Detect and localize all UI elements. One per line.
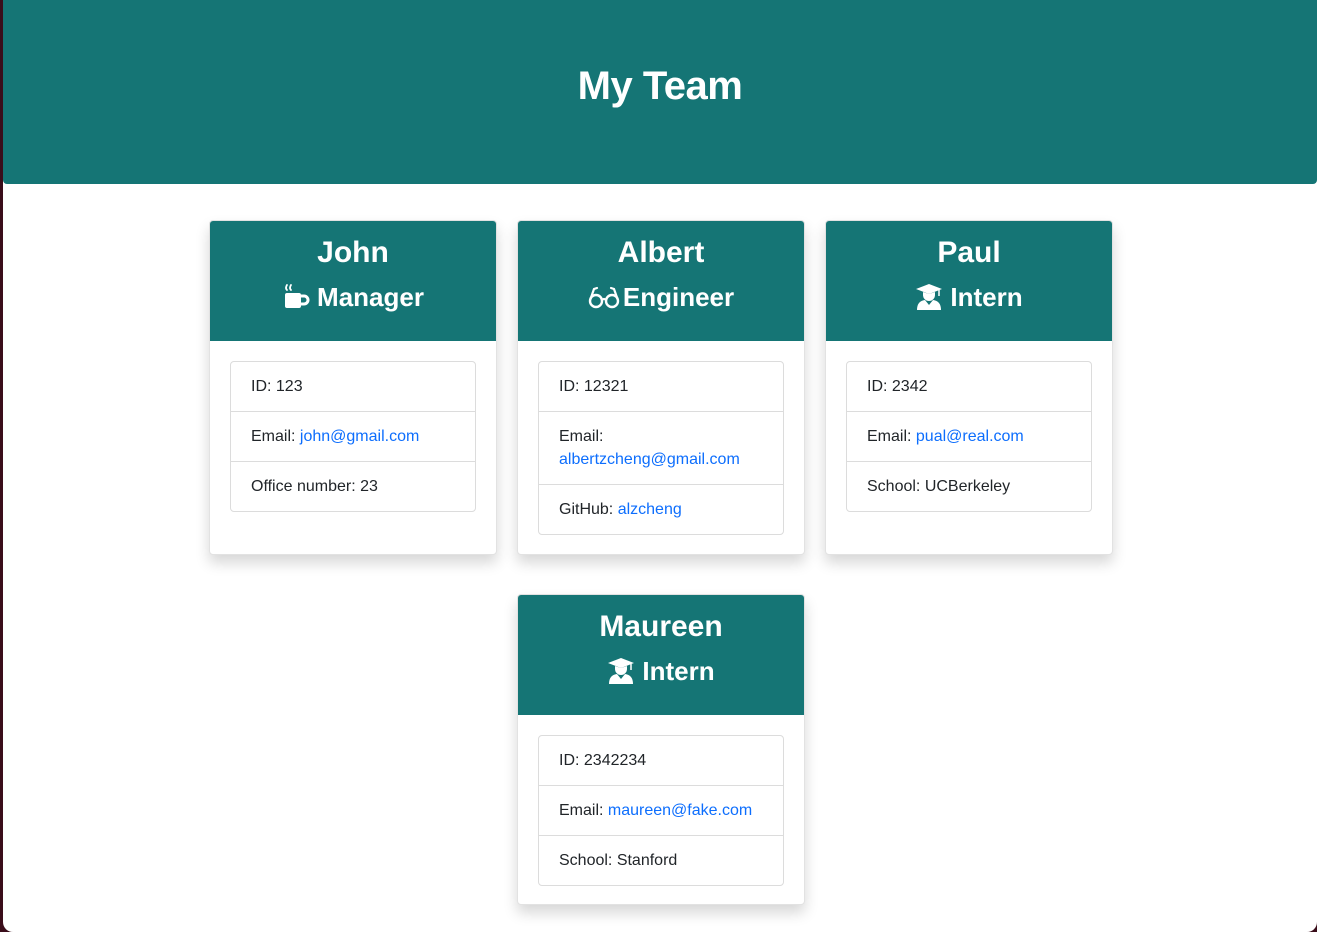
employee-role: Intern (518, 655, 804, 687)
list-item-school: School: UCBerkeley (847, 461, 1091, 511)
employee-role: Engineer (518, 281, 804, 313)
github-link[interactable]: alzcheng (618, 501, 682, 518)
card-body: ID: 123 Email: john@gmail.com Office num… (210, 341, 496, 532)
email-link[interactable]: maureen@fake.com (608, 802, 752, 819)
id-value: 2342234 (583, 752, 647, 769)
info-list: ID: 123 Email: john@gmail.com Office num… (230, 361, 476, 512)
card-body: ID: 2342234 Email: maureen@fake.com Scho… (518, 715, 804, 904)
employee-name: Albert (617, 236, 705, 269)
school-value: Stanford (616, 852, 678, 869)
id-label: ID: (251, 378, 276, 395)
github-label: GitHub: (559, 501, 618, 518)
email-label: Email: (559, 802, 608, 819)
employee-card-paul: Paul Intern ID: 2342 Email: pual@real.co… (825, 220, 1113, 555)
list-item-email: Email: pual@real.com (847, 411, 1091, 461)
card-body: ID: 2342 Email: pual@real.com School: UC… (826, 341, 1112, 532)
id-label: ID: (559, 378, 584, 395)
employee-name: Paul (937, 236, 1001, 269)
id-label: ID: (559, 752, 584, 769)
id-value: 123 (275, 378, 303, 395)
list-item-id: ID: 2342234 (539, 736, 783, 785)
email-link[interactable]: john@gmail.com (300, 428, 419, 445)
role-label: Intern (642, 656, 715, 686)
card-header: Albert Engineer (518, 221, 804, 341)
page-header: My Team (3, 0, 1317, 184)
id-value: 12321 (583, 378, 629, 395)
employee-card-albert: Albert Engineer ID: 12321 Email: albertzc (517, 220, 805, 555)
email-link[interactable]: albertzcheng@gmail.com (559, 451, 740, 468)
employee-card-maureen: Maureen Intern ID: 2342234 Email: mauree… (517, 594, 805, 905)
list-item-email: Email: maureen@fake.com (539, 785, 783, 835)
school-value: UCBerkeley (924, 478, 1011, 495)
list-item-school: School: Stanford (539, 835, 783, 885)
employee-name: Maureen (599, 610, 723, 643)
email-label: Email: (867, 428, 916, 445)
office-number-label: Office number: (251, 478, 361, 495)
graduate-icon (915, 283, 943, 311)
role-label: Engineer (622, 282, 735, 312)
id-label: ID: (867, 378, 892, 395)
list-item-email: Email: albertzcheng@gmail.com (539, 411, 783, 484)
card-header: John Manager (210, 221, 496, 341)
card-header: Paul Intern (826, 221, 1112, 341)
card-header: Maureen Intern (518, 595, 804, 715)
page-title: My Team (577, 63, 743, 108)
card-body: ID: 12321 Email: albertzcheng@gmail.com G… (518, 341, 804, 554)
list-item-id: ID: 123 (231, 362, 475, 411)
school-label: School: (867, 478, 925, 495)
list-item-id: ID: 2342 (847, 362, 1091, 411)
info-list: ID: 2342234 Email: maureen@fake.com Scho… (538, 735, 784, 886)
list-item-email: Email: john@gmail.com (231, 411, 475, 461)
coffee-mug-icon (282, 283, 310, 311)
list-item-id: ID: 12321 (539, 362, 783, 411)
browser-window: My Team John Manager ID: 123 Email: john… (3, 0, 1317, 932)
info-list: ID: 2342 Email: pual@real.com School: UC… (846, 361, 1092, 512)
glasses-icon (588, 283, 620, 311)
list-item-office-number: Office number: 23 (231, 461, 475, 511)
list-item-github: GitHub: alzcheng (539, 484, 783, 534)
employee-role: Intern (826, 281, 1112, 313)
office-number-value: 23 (360, 478, 378, 495)
graduate-icon (607, 657, 635, 685)
employee-role: Manager (210, 281, 496, 313)
email-label: Email: (251, 428, 300, 445)
school-label: School: (559, 852, 617, 869)
id-value: 2342 (891, 378, 928, 395)
role-label: Intern (950, 282, 1023, 312)
role-label: Manager (317, 282, 424, 312)
info-list: ID: 12321 Email: albertzcheng@gmail.com G… (538, 361, 784, 535)
email-link[interactable]: pual@real.com (916, 428, 1024, 445)
email-label: Email: (559, 428, 604, 445)
employee-card-john: John Manager ID: 123 Email: john@gmail.c… (209, 220, 497, 555)
employee-name: John (317, 236, 389, 269)
